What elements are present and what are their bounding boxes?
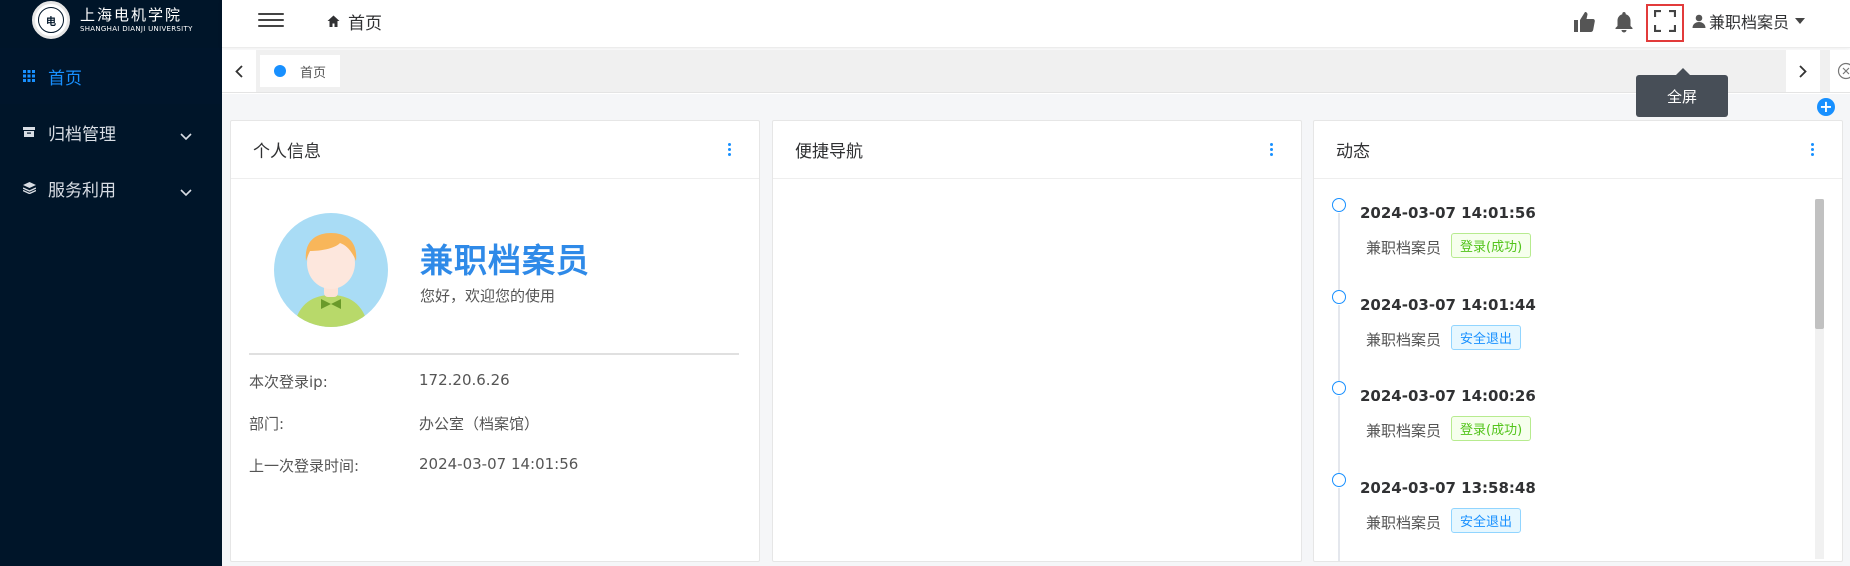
info-value: 办公室（档案馆） <box>419 415 540 433</box>
university-seal-icon: 电 <box>32 1 70 39</box>
status-badge: 安全退出 <box>1451 325 1522 350</box>
tab-home[interactable]: 首页 <box>260 55 341 87</box>
profile-card: 个人信息 兼职档案员 您好，欢迎您的使用 本次登录ip: 172.20.6.26… <box>230 120 760 562</box>
sidebar-item-label: 归档管理 <box>48 124 116 145</box>
timeline-dot-icon <box>1332 198 1346 212</box>
timeline-user: 兼职档案员 <box>1366 514 1442 532</box>
main-content: 个人信息 兼职档案员 您好，欢迎您的使用 本次登录ip: 172.20.6.26… <box>222 94 1850 566</box>
card-title: 便捷导航 <box>795 142 863 162</box>
info-label: 部门: <box>249 415 285 433</box>
timeline-user: 兼职档案员 <box>1366 239 1442 257</box>
sidebar-item-archive[interactable]: 归档管理 <box>0 104 222 160</box>
tab-label: 首页 <box>300 65 327 81</box>
timeline-user: 兼职档案员 <box>1366 331 1442 349</box>
timeline-time: 2024-03-07 13:58:48 <box>1360 479 1536 497</box>
user-name: 兼职档案员 <box>1709 13 1790 32</box>
thumbs-up-icon[interactable] <box>1566 4 1602 40</box>
logo-subtitle: SHANGHAI DIANJI UNIVERSITY <box>80 24 193 33</box>
breadcrumb: 首页 <box>327 9 382 34</box>
timeline-time: 2024-03-07 14:00:26 <box>1360 387 1536 405</box>
sidebar-item-service[interactable]: 服务利用 <box>0 160 222 216</box>
status-badge: 登录(成功) <box>1451 233 1532 258</box>
close-tabs-button[interactable] <box>1830 50 1850 92</box>
user-icon <box>1692 14 1706 28</box>
sidebar-menu: 首页 归档管理 服务利用 <box>0 48 222 216</box>
avatar <box>274 213 388 327</box>
timeline-dot-icon <box>1332 473 1346 487</box>
chevron-down-icon <box>180 182 192 202</box>
breadcrumb-item[interactable]: 首页 <box>348 9 382 34</box>
home-icon <box>327 15 340 28</box>
more-icon[interactable] <box>1263 142 1279 158</box>
tab-scroll-right-button[interactable] <box>1786 50 1820 92</box>
more-icon[interactable] <box>721 142 737 158</box>
activity-timeline: 2024-03-07 14:01:56 兼职档案员 登录(成功) 2024-03… <box>1314 181 1842 561</box>
more-icon[interactable] <box>1804 142 1820 158</box>
fullscreen-icon <box>1653 9 1677 36</box>
scrollbar[interactable] <box>1815 199 1824 559</box>
fullscreen-tooltip: 全屏 <box>1636 68 1728 117</box>
chevron-down-icon <box>180 126 192 146</box>
timeline-dot-icon <box>1332 381 1346 395</box>
divider <box>249 353 739 355</box>
timeline-user: 兼职档案员 <box>1366 422 1442 440</box>
grid-icon <box>22 69 36 83</box>
sidebar-item-label: 服务利用 <box>48 180 116 201</box>
timeline-time: 2024-03-07 14:01:44 <box>1360 296 1536 314</box>
bell-icon[interactable] <box>1606 4 1642 40</box>
profile-greeting: 您好，欢迎您的使用 <box>420 287 556 305</box>
profile-name: 兼职档案员 <box>420 241 590 280</box>
top-header: 首页 兼职档案员 <box>222 0 1850 48</box>
fullscreen-button[interactable] <box>1646 4 1684 42</box>
activity-card: 动态 2024-03-07 14:01:56 兼职档案员 登录(成功) 2024… <box>1313 120 1843 562</box>
status-badge: 安全退出 <box>1451 508 1522 533</box>
user-menu[interactable]: 兼职档案员 <box>1692 9 1806 33</box>
sidebar-item-label: 首页 <box>48 68 82 89</box>
scrollbar-thumb[interactable] <box>1815 199 1824 329</box>
tab-bar: 首页 <box>222 50 1850 93</box>
info-value: 2024-03-07 14:01:56 <box>419 455 579 473</box>
menu-toggle-icon[interactable] <box>258 9 284 31</box>
active-dot-icon <box>274 65 286 77</box>
quick-nav-card: 便捷导航 <box>772 120 1302 562</box>
layers-icon <box>22 181 36 195</box>
card-title: 个人信息 <box>253 142 321 162</box>
archive-icon <box>22 125 36 139</box>
add-widget-button[interactable]: + <box>1817 98 1835 116</box>
logo[interactable]: 电 上海电机学院 SHANGHAI DIANJI UNIVERSITY <box>0 0 222 40</box>
card-title: 动态 <box>1336 142 1370 162</box>
status-badge: 登录(成功) <box>1451 416 1532 441</box>
sidebar-item-home[interactable]: 首页 <box>0 48 222 104</box>
info-label: 本次登录ip: <box>249 373 328 391</box>
caret-down-icon <box>1795 18 1806 24</box>
tab-scroll-left-button[interactable] <box>222 50 256 92</box>
timeline-time: 2024-03-07 14:01:56 <box>1360 204 1536 222</box>
sidebar: 电 上海电机学院 SHANGHAI DIANJI UNIVERSITY 首页 归… <box>0 0 222 566</box>
info-value: 172.20.6.26 <box>419 371 510 389</box>
info-label: 上一次登录时间: <box>249 457 360 475</box>
timeline-dot-icon <box>1332 290 1346 304</box>
logo-title: 上海电机学院 <box>80 5 183 24</box>
